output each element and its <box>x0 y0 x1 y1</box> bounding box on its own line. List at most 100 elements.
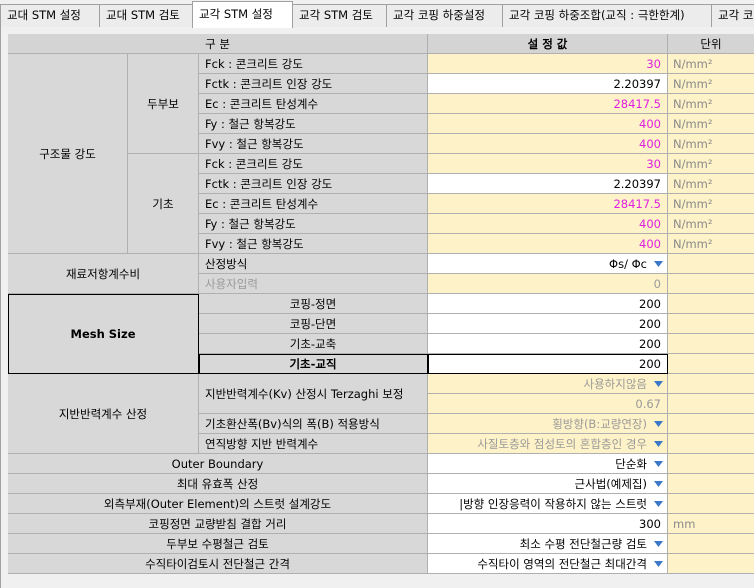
bottom-value-0-text: 단순화 <box>615 456 647 471</box>
tab-6[interactable]: 교각 코핑 하중조합(교직 : 극한한계) <box>502 4 712 27</box>
label-gicho-1: Fctk : 콘크리트 인장 강도 <box>199 174 428 194</box>
terzaghi-select[interactable]: 사용하지않음 <box>428 374 668 394</box>
tab-2[interactable]: 교대 STM 검토 <box>99 4 193 27</box>
label-dububo-1: Fctk : 콘크리트 인장 강도 <box>199 74 428 94</box>
value-gicho-2[interactable]: 28417.5 <box>428 194 668 214</box>
bottom-value-3-text: 300 <box>639 516 661 531</box>
value-gicho-1[interactable]: 2.20397 <box>428 174 668 194</box>
label-bottom-1-text: 최대 유효폭 산정 <box>176 476 259 491</box>
bv-width-select-text: 횡방향(B:교량연장) <box>552 416 647 431</box>
tab-3[interactable]: 교각 STM 설정 <box>192 1 293 28</box>
label-vertical-reaction: 연직방향 지반 반력계수 <box>199 434 428 454</box>
mesh-value-0[interactable]: 200 <box>428 294 668 314</box>
value-gicho-3-text: 400 <box>639 216 661 231</box>
terzaghi-factor[interactable]: 0.67 <box>428 394 668 414</box>
unit-dububo-4-text: N/mm² <box>673 136 713 151</box>
bottom-value-1-text: 근사법(예제집) <box>574 476 647 491</box>
value-dububo-4[interactable]: 400 <box>428 134 668 154</box>
value-gicho-4[interactable]: 400 <box>428 234 668 254</box>
header-value: 설 정 값 <box>428 34 668 54</box>
header-unit: 단위 <box>668 34 754 54</box>
label-bottom-4-text: 두부보 수평철근 검토 <box>166 536 269 551</box>
value-dububo-2[interactable]: 28417.5 <box>428 94 668 114</box>
value-dububo-0[interactable]: 30 <box>428 54 668 74</box>
terzaghi-select-text: 사용하지않음 <box>583 376 647 391</box>
calc-method-select[interactable]: Φs/ Φc <box>428 254 668 274</box>
unit-gicho-2-text: N/mm² <box>673 196 713 211</box>
bottom-value-2-text: |방향 인장응력이 작용하지 않는 스트럿 <box>459 496 647 511</box>
unit-dububo-0: N/mm² <box>668 54 754 74</box>
chevron-down-icon[interactable] <box>651 455 666 472</box>
header-item-text: 구 분 <box>205 36 230 51</box>
bv-width-select[interactable]: 횡방향(B:교량연장) <box>428 414 668 434</box>
value-gicho-0[interactable]: 30 <box>428 154 668 174</box>
user-input-value[interactable]: 0 <box>428 274 668 294</box>
tab-5[interactable]: 교각 코핑 하중설정 <box>386 4 503 27</box>
value-dububo-0-text: 30 <box>646 56 661 71</box>
label-calc-method: 산정방식 <box>199 254 428 274</box>
mesh-value-1[interactable]: 200 <box>428 314 668 334</box>
vertical-reaction-select[interactable]: 사질토층와 점성토의 혼합층인 경우 <box>428 434 668 454</box>
unit-bottom-3: mm <box>668 514 754 534</box>
unit-user-input <box>668 274 754 294</box>
label-gicho-3: Fy : 철근 항복강도 <box>199 214 428 234</box>
tab-1[interactable]: 교대 STM 설정 <box>0 4 100 27</box>
unit-calc-method <box>668 254 754 274</box>
header-item: 구 분 <box>8 34 428 54</box>
mesh-value-3[interactable]: 200 <box>428 354 668 374</box>
unit-dububo-2-text: N/mm² <box>673 96 713 111</box>
value-gicho-3[interactable]: 400 <box>428 214 668 234</box>
tab-4[interactable]: 교각 STM 검토 <box>292 4 387 27</box>
chevron-down-icon[interactable] <box>651 535 666 552</box>
chevron-down-icon[interactable] <box>651 475 666 492</box>
label-mesh-2-text: 기초-교축 <box>289 336 337 351</box>
mesh-value-1-text: 200 <box>639 316 661 331</box>
mesh-value-0-text: 200 <box>639 296 661 311</box>
tab-7[interactable]: 교각 코 <box>711 4 754 27</box>
label-bottom-0-text: Outer Boundary <box>171 456 264 471</box>
unit-bv-width <box>668 414 754 434</box>
unit-bottom-2 <box>668 494 754 514</box>
bottom-value-4[interactable]: 최소 수평 전단철근량 검토 <box>428 534 668 554</box>
mesh-value-2[interactable]: 200 <box>428 334 668 354</box>
label-dububo-0-text: Fck : 콘크리트 강도 <box>205 56 303 71</box>
unit-dububo-1-text: N/mm² <box>673 76 713 91</box>
label-dububo-2-text: Ec : 콘크리트 탄성계수 <box>205 96 319 111</box>
value-dububo-3[interactable]: 400 <box>428 114 668 134</box>
label-mesh-0: 코핑-정면 <box>199 294 428 314</box>
terzaghi-factor-text: 0.67 <box>635 396 661 411</box>
label-dububo-3: Fy : 철근 항복강도 <box>199 114 428 134</box>
label-mesh-1: 코핑-단면 <box>199 314 428 334</box>
bottom-value-5[interactable]: 수직타이 영역의 전단철근 최대간격 <box>428 554 668 574</box>
label-gicho-2-text: Ec : 콘크리트 탄성계수 <box>205 196 319 211</box>
tab-bar: 교대 STM 설정 교대 STM 검토 교각 STM 설정 교각 STM 검토 교각 코… <box>0 0 754 28</box>
value-dububo-1-text: 2.20397 <box>613 76 661 91</box>
chevron-down-icon[interactable] <box>651 375 666 392</box>
label-bottom-1: 최대 유효폭 산정 <box>8 474 428 494</box>
value-gicho-4-text: 400 <box>639 236 661 251</box>
settings-panel: 구 분 설 정 값 단위 구조물 강도 두부보 Fck : 콘크리트 강도 30 N/mm² F… <box>0 27 754 588</box>
group-subgrade-reaction: 지반반력계수 산정 <box>8 374 199 454</box>
chevron-down-icon[interactable] <box>651 255 666 272</box>
subgroup-dububo: 두부보 <box>128 54 199 154</box>
label-bottom-5: 수직타이검토시 전단철근 간격 <box>8 554 428 574</box>
label-mesh-0-text: 코핑-정면 <box>289 296 337 311</box>
label-dububo-0: Fck : 콘크리트 강도 <box>199 54 428 74</box>
bottom-value-2[interactable]: |방향 인장응력이 작용하지 않는 스트럿 <box>428 494 668 514</box>
label-mesh-3-text: 기초-교직 <box>289 356 337 371</box>
bottom-value-0[interactable]: 단순화 <box>428 454 668 474</box>
label-bv-width-text: 기초환산폭(Bv)식의 폭(B) 적용방식 <box>205 416 380 431</box>
chevron-down-icon[interactable] <box>651 435 666 452</box>
label-bv-width: 기초환산폭(Bv)식의 폭(B) 적용방식 <box>199 414 428 434</box>
chevron-down-icon[interactable] <box>651 495 666 512</box>
bottom-value-1[interactable]: 근사법(예제집) <box>428 474 668 494</box>
label-terzaghi-text: 지반반력계수(Kv) 산정시 Terzaghi 보정 <box>205 386 404 401</box>
label-bottom-3: 코핑정면 교량받침 결합 거리 <box>8 514 428 534</box>
label-mesh-2: 기초-교축 <box>199 334 428 354</box>
header-unit-text: 단위 <box>700 36 722 51</box>
bottom-value-3[interactable]: 300 <box>428 514 668 534</box>
unit-mesh-1 <box>668 314 754 334</box>
value-dububo-1[interactable]: 2.20397 <box>428 74 668 94</box>
chevron-down-icon[interactable] <box>651 415 666 432</box>
chevron-down-icon[interactable] <box>651 555 666 572</box>
